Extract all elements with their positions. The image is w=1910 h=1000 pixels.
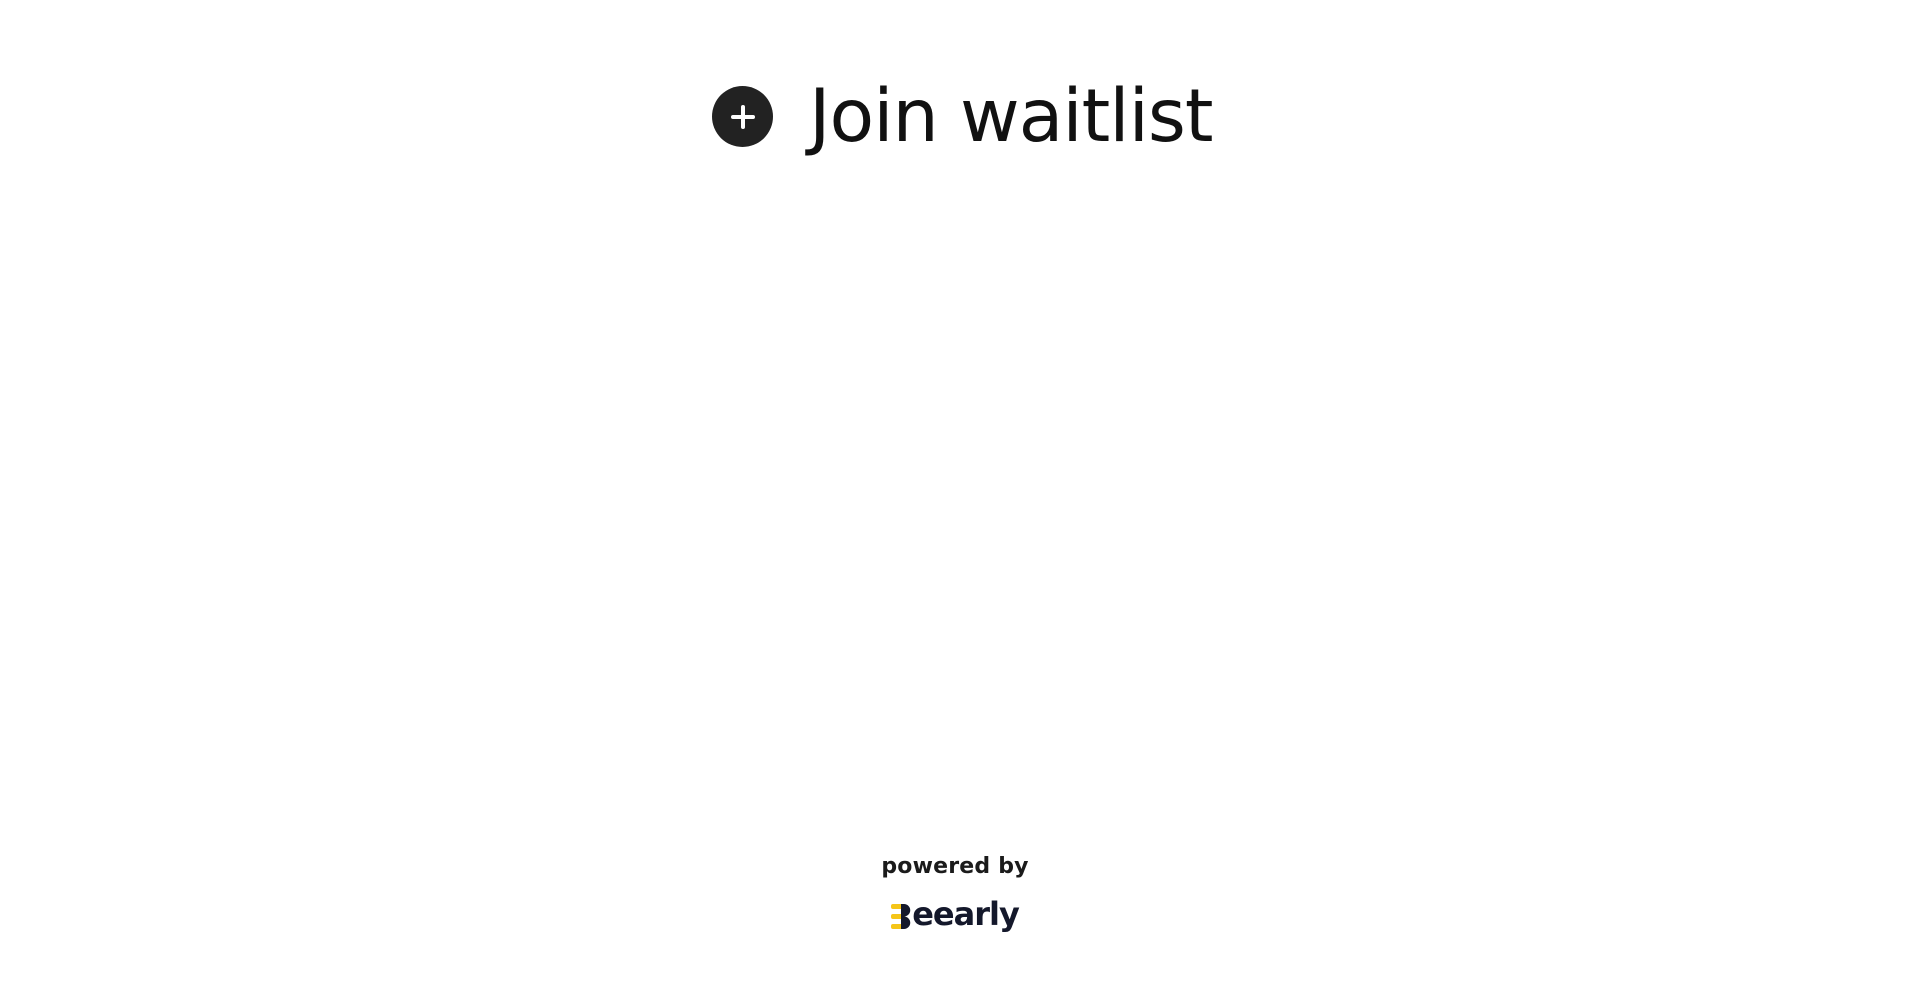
footer: powered by eearly bbox=[0, 854, 1910, 933]
join-waitlist-button[interactable]: Join waitlist bbox=[712, 74, 1214, 159]
brand-name: eearly bbox=[912, 895, 1020, 933]
powered-by-label: powered by bbox=[881, 854, 1029, 879]
bee-logo-icon bbox=[891, 904, 911, 929]
beearly-logo-link[interactable]: eearly bbox=[891, 895, 1020, 933]
plus-circle-icon[interactable] bbox=[712, 86, 773, 147]
page: Join waitlist powered by eearly bbox=[0, 0, 1910, 1000]
page-title: Join waitlist bbox=[809, 74, 1214, 159]
